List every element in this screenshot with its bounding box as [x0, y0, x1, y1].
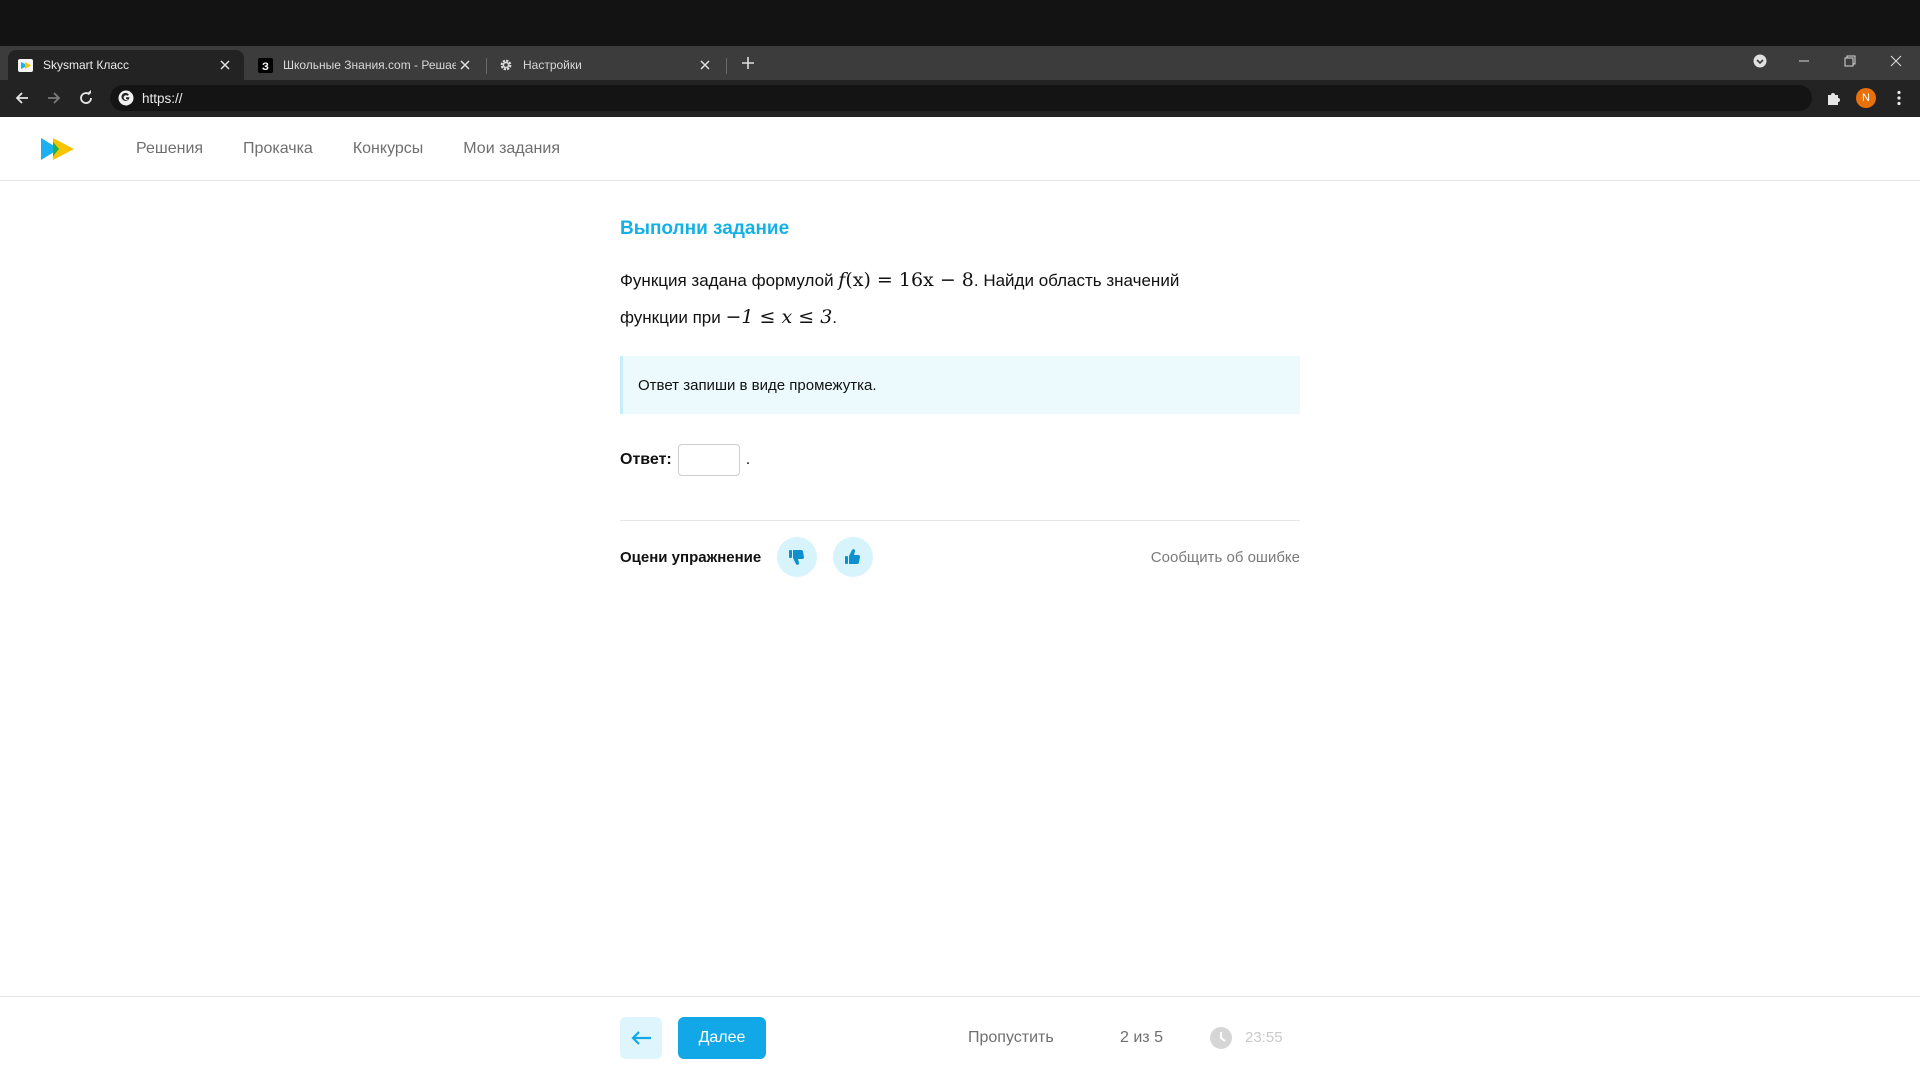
tab-strip: Skysmart Класс З Школьные Знания.com - Р… [0, 46, 1920, 80]
hint-text: Ответ запиши в виде промежутка. [638, 376, 877, 394]
gear-icon [498, 58, 513, 73]
close-window-button[interactable] [1878, 48, 1914, 74]
skysmart-logo[interactable] [40, 136, 76, 162]
tab-search-button[interactable] [1742, 48, 1778, 74]
answer-input[interactable] [677, 444, 740, 476]
skysmart-favicon [18, 58, 33, 73]
tab-skysmart[interactable]: Skysmart Класс [8, 50, 244, 80]
tab-znanija[interactable]: З Школьные Знания.com - Решаем [248, 50, 484, 80]
thumbs-up-button[interactable] [833, 537, 874, 577]
answer-suffix: . [745, 451, 751, 468]
statement-middle: . Найди область значений [973, 271, 1180, 290]
tab-settings[interactable]: Настройки [488, 50, 724, 80]
domain-condition: −1 ≤ x ≤ 3 [725, 306, 833, 328]
task-card: Выполни задание Функция задана формулой … [620, 218, 1300, 577]
answer-hint: Ответ запиши в виде промежутка. [620, 356, 1300, 414]
timer: 23:55 [1245, 1029, 1283, 1046]
rate-label: Оцени упражнение [620, 548, 762, 566]
forward-arrow-icon[interactable] [42, 86, 66, 110]
clock-icon [1210, 1027, 1232, 1049]
report-error-link[interactable]: Сообщить об ошибке [1151, 549, 1300, 566]
thumbs-down-button[interactable] [777, 537, 818, 577]
close-icon[interactable] [216, 56, 234, 74]
tab-title: Школьные Знания.com - Решаем [283, 58, 456, 72]
svg-text:З: З [262, 61, 269, 73]
site-header: Решения Прокачка Конкурсы Мои задания [0, 117, 1920, 181]
task-title: Выполни задание [620, 218, 790, 239]
divider [620, 520, 1300, 521]
minimize-button[interactable] [1786, 48, 1822, 74]
statement-line2: функции при [620, 308, 721, 327]
task-navigation-bar: Далее Пропустить 2 из 5 23:55 [0, 996, 1920, 1081]
progress-counter: 2 из 5 [1120, 1029, 1163, 1046]
formula: f(x) = 16x − 8 [838, 269, 974, 291]
tab-separator [486, 58, 487, 74]
back-arrow-icon[interactable] [10, 86, 34, 110]
main-nav: Решения Прокачка Конкурсы Мои задания [136, 117, 600, 180]
nav-contests[interactable]: Конкурсы [353, 140, 423, 158]
tab-title: Skysmart Класс [43, 58, 130, 72]
profile-initial: N [1862, 92, 1870, 104]
nav-practice[interactable]: Прокачка [243, 140, 313, 158]
thumbs-up-icon [845, 549, 861, 564]
skip-button[interactable]: Пропустить [968, 1029, 1054, 1047]
profile-avatar[interactable]: N [1856, 88, 1876, 108]
statement-prefix: Функция задана формулой [620, 271, 834, 290]
window-titlebar [0, 0, 1920, 46]
previous-button[interactable] [620, 1017, 662, 1059]
address-bar[interactable] [110, 85, 1812, 111]
statement-end: . [832, 308, 838, 327]
answer-label: Ответ: [620, 451, 672, 468]
tab-separator [726, 58, 727, 74]
extensions-puzzle-icon[interactable] [1822, 86, 1846, 110]
google-icon [118, 90, 134, 106]
url-input[interactable] [142, 90, 1542, 106]
formula-body: (x) = 16x − 8 [845, 269, 974, 291]
answer-row: Ответ: . [620, 444, 1300, 476]
rating-row: Оцени упражнение Сообщить об ошибке [620, 537, 1300, 577]
thumbs-down-icon [789, 550, 805, 565]
new-tab-button[interactable] [736, 51, 760, 75]
restore-button[interactable] [1832, 48, 1868, 74]
reload-icon[interactable] [74, 86, 98, 110]
arrow-left-icon [631, 1031, 651, 1045]
znanija-favicon: З [258, 57, 273, 73]
next-button[interactable]: Далее [678, 1017, 766, 1059]
nav-my-tasks[interactable]: Мои задания [463, 140, 560, 158]
close-icon[interactable] [696, 56, 714, 74]
nav-solutions[interactable]: Решения [136, 140, 203, 158]
close-icon[interactable] [456, 56, 474, 74]
task-statement: Функция задана формулой f(x) = 16x − 8. … [620, 262, 1300, 336]
menu-dots-icon[interactable] [1887, 86, 1911, 110]
tab-title: Настройки [523, 58, 582, 72]
